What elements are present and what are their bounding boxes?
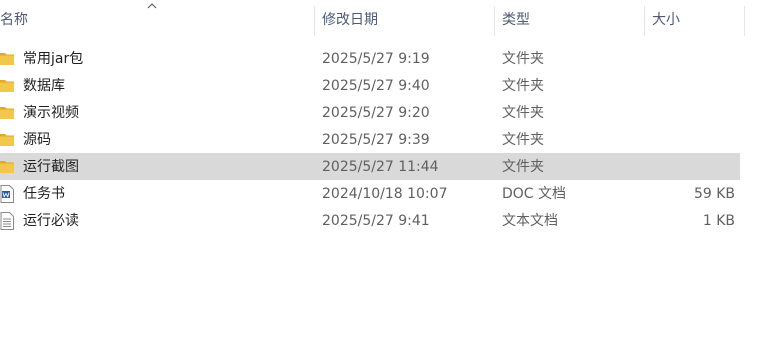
file-modified-date: 2024/10/18 10:07	[322, 186, 448, 202]
file-row[interactable]: 运行截图 2025/5/27 11:44 文件夹	[0, 153, 740, 180]
file-icon-cell	[0, 153, 16, 180]
file-type: 文件夹	[502, 159, 544, 175]
file-row[interactable]: 源码 2025/5/27 9:39 文件夹	[0, 126, 740, 153]
folder-icon	[0, 161, 14, 173]
file-row[interactable]: 演示视频 2025/5/27 9:20 文件夹	[0, 99, 740, 126]
word-document-icon	[0, 185, 14, 203]
file-size: 1 KB	[702, 213, 735, 229]
column-header-bar: 名称 修改日期 类型 大小	[0, 0, 762, 38]
folder-icon	[0, 107, 14, 119]
file-modified-date: 2025/5/27 11:44	[322, 159, 439, 175]
column-divider[interactable]	[494, 6, 495, 36]
file-icon-cell	[0, 207, 16, 234]
file-icon-cell	[0, 99, 16, 126]
file-name[interactable]: 任务书	[23, 180, 65, 207]
file-type: 文件夹	[502, 132, 544, 148]
file-name[interactable]: 源码	[23, 126, 51, 153]
file-modified-date: 2025/5/27 9:39	[322, 132, 430, 148]
column-header-size[interactable]: 大小	[652, 0, 742, 38]
file-name[interactable]: 运行必读	[23, 207, 79, 234]
file-icon-cell	[0, 126, 16, 153]
column-header-type[interactable]: 类型	[502, 0, 642, 38]
folder-icon	[0, 80, 14, 92]
folder-icon	[0, 53, 14, 65]
file-type: DOC 文档	[502, 186, 567, 202]
column-divider[interactable]	[314, 6, 315, 36]
file-name[interactable]: 运行截图	[23, 153, 79, 180]
file-icon-cell	[0, 180, 16, 207]
file-modified-date: 2025/5/27 9:19	[322, 51, 430, 67]
file-row[interactable]: 常用jar包 2025/5/27 9:19 文件夹	[0, 45, 740, 72]
column-divider[interactable]	[744, 6, 745, 36]
file-type: 文件夹	[502, 78, 544, 94]
file-row[interactable]: 运行必读 2025/5/27 9:41 文本文档 1 KB	[0, 207, 740, 234]
file-modified-date: 2025/5/27 9:40	[322, 78, 430, 94]
file-row[interactable]: 任务书 2024/10/18 10:07 DOC 文档 59 KB	[0, 180, 740, 207]
file-type: 文件夹	[502, 51, 544, 67]
file-icon-cell	[0, 45, 16, 72]
file-name[interactable]: 常用jar包	[23, 45, 83, 72]
file-explorer-details-view: 名称 修改日期 类型 大小 常用jar包 2025/5/27 9:19 文件夹 数据库…	[0, 0, 762, 343]
column-divider[interactable]	[644, 6, 645, 36]
file-type: 文件夹	[502, 105, 544, 121]
file-list: 常用jar包 2025/5/27 9:19 文件夹 数据库 2025/5/27 9:40…	[0, 45, 762, 234]
file-name[interactable]: 演示视频	[23, 99, 79, 126]
file-modified-date: 2025/5/27 9:20	[322, 105, 430, 121]
column-header-name[interactable]: 名称	[0, 0, 312, 38]
file-size: 59 KB	[693, 186, 735, 202]
file-icon-cell	[0, 72, 16, 99]
file-modified-date: 2025/5/27 9:41	[322, 213, 430, 229]
file-row[interactable]: 数据库 2025/5/27 9:40 文件夹	[0, 72, 740, 99]
text-document-icon	[0, 212, 14, 230]
file-type: 文本文档	[502, 213, 558, 229]
folder-icon	[0, 134, 14, 146]
column-header-modified[interactable]: 修改日期	[322, 0, 492, 38]
file-name[interactable]: 数据库	[23, 72, 65, 99]
